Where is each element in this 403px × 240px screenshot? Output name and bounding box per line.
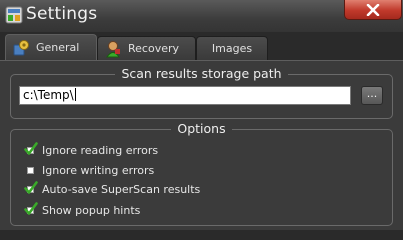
storage-path-value: c:\Temp\ <box>23 88 74 102</box>
tab-general[interactable]: General <box>5 34 97 60</box>
checkbox-checked[interactable] <box>24 181 38 195</box>
option-ignore-reading-errors[interactable]: Ignore reading errors <box>24 142 159 158</box>
text-caret <box>74 88 76 101</box>
close-button[interactable] <box>344 0 402 20</box>
option-label: Show popup hints <box>42 203 141 217</box>
checkbox-checked[interactable] <box>24 142 38 156</box>
recovery-figure-icon <box>106 40 120 57</box>
option-auto-save-results[interactable]: Auto-save SuperScan results <box>24 181 201 197</box>
checkbox-checked[interactable] <box>24 202 38 216</box>
option-label: Auto-save SuperScan results <box>42 182 201 196</box>
option-show-popup-hints[interactable]: Show popup hints <box>24 202 141 218</box>
window-title: Settings <box>26 4 98 24</box>
settings-panel: Scan results storage path c:\Temp\ ... O… <box>0 60 403 230</box>
green-check-icon <box>24 181 38 194</box>
tab-general-label: General <box>36 41 80 54</box>
green-check-icon <box>24 142 38 155</box>
title-bar: Settings <box>0 0 403 32</box>
tab-images-label: Images <box>211 42 253 55</box>
green-check-icon <box>24 202 38 215</box>
browse-button[interactable]: ... <box>361 86 383 105</box>
tab-strip: General Recovery Images <box>0 32 403 60</box>
storage-path-input[interactable]: c:\Temp\ <box>19 86 351 105</box>
tab-recovery[interactable]: Recovery <box>97 36 196 60</box>
close-icon <box>366 3 380 16</box>
storage-path-title: Scan results storage path <box>115 66 288 81</box>
tab-images[interactable]: Images <box>196 36 268 60</box>
settings-app-icon <box>5 6 23 24</box>
option-label: Ignore reading errors <box>42 143 159 157</box>
option-label: Ignore writing errors <box>42 163 155 177</box>
options-title: Options <box>171 121 232 136</box>
tab-recovery-label: Recovery <box>128 42 180 55</box>
gear-cube-icon <box>13 39 29 55</box>
checkbox-unchecked[interactable] <box>25 164 37 176</box>
option-ignore-writing-errors[interactable]: Ignore writing errors <box>25 162 154 178</box>
